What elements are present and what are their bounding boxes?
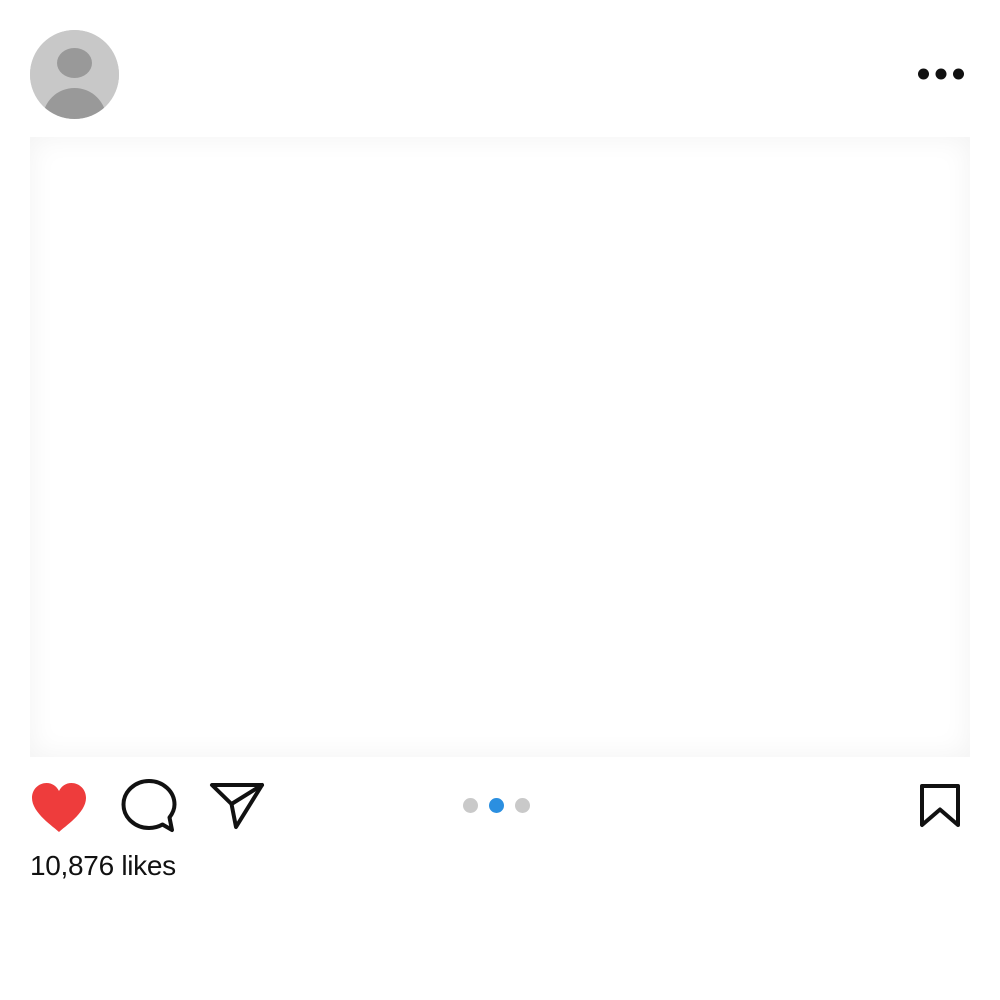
post-image-placeholder[interactable] (30, 137, 970, 757)
heart-icon (32, 783, 86, 832)
pagination-dot-active[interactable] (489, 797, 504, 813)
more-horizontal-icon (918, 68, 964, 80)
paper-plane-icon (210, 783, 264, 829)
more-options-button[interactable] (912, 58, 970, 90)
carousel-pagination (463, 797, 537, 813)
likes-count[interactable]: 10,876 likes (30, 850, 176, 882)
pagination-dot[interactable] (463, 797, 478, 813)
comment-button[interactable] (119, 776, 179, 836)
avatar[interactable] (30, 30, 119, 119)
user-silhouette-icon (30, 30, 119, 119)
like-button[interactable] (30, 782, 88, 834)
bookmark-icon (920, 784, 960, 827)
comment-bubble-icon (121, 779, 177, 832)
bookmark-button[interactable] (915, 782, 965, 830)
post-card: 10,876 likes (0, 0, 1000, 1000)
share-button[interactable] (208, 780, 266, 830)
pagination-dot[interactable] (515, 797, 530, 813)
